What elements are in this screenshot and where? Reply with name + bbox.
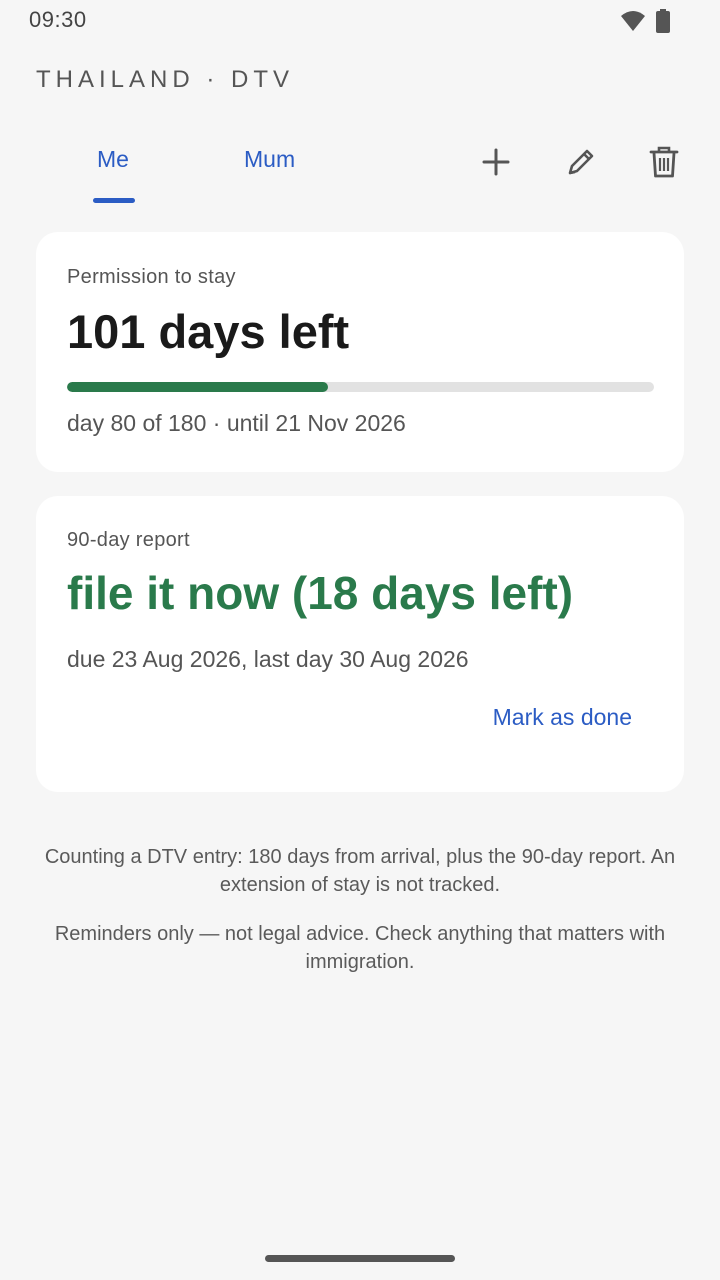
stay-label: Permission to stay <box>67 266 236 288</box>
stay-card: Permission to stay 101 days left day 80 … <box>36 232 684 472</box>
app-title: THAILAND · DTV <box>36 66 295 93</box>
report-detail: due 23 Aug 2026, last day 30 Aug 2026 <box>67 646 469 672</box>
status-bar: 09:30 <box>0 0 720 40</box>
stay-days-left: 101 days left <box>67 305 350 358</box>
tab-me[interactable]: Me <box>97 146 129 173</box>
add-icon <box>482 148 510 181</box>
status-time: 09:30 <box>29 7 87 32</box>
stay-progress-fill <box>67 382 328 392</box>
status-icons <box>620 9 670 38</box>
stay-progress-bar <box>67 382 654 392</box>
counting-note: Counting a DTV entry: 180 days from arri… <box>44 846 676 896</box>
report-status: file it now (18 days left) <box>67 567 574 619</box>
tab-mum[interactable]: Mum <box>244 146 295 173</box>
delete-button[interactable] <box>642 142 686 186</box>
tab-bar: Me Mum <box>0 138 720 208</box>
home-gesture-bar[interactable] <box>265 1255 455 1262</box>
mark-as-done-button[interactable]: Mark as done <box>493 704 632 731</box>
trash-icon <box>649 145 679 184</box>
report-card: 90-day report file it now (18 days left)… <box>36 496 684 792</box>
edit-button[interactable] <box>559 142 603 186</box>
add-button[interactable] <box>474 142 518 186</box>
disclaimer-note: Reminders only — not legal advice. Check… <box>54 923 666 973</box>
edit-icon <box>564 145 598 184</box>
report-label: 90-day report <box>67 529 190 551</box>
tab-indicator <box>93 198 135 203</box>
battery-icon <box>656 9 670 38</box>
stay-detail: day 80 of 180 · until 21 Nov 2026 <box>67 410 406 436</box>
wifi-icon <box>620 10 646 37</box>
